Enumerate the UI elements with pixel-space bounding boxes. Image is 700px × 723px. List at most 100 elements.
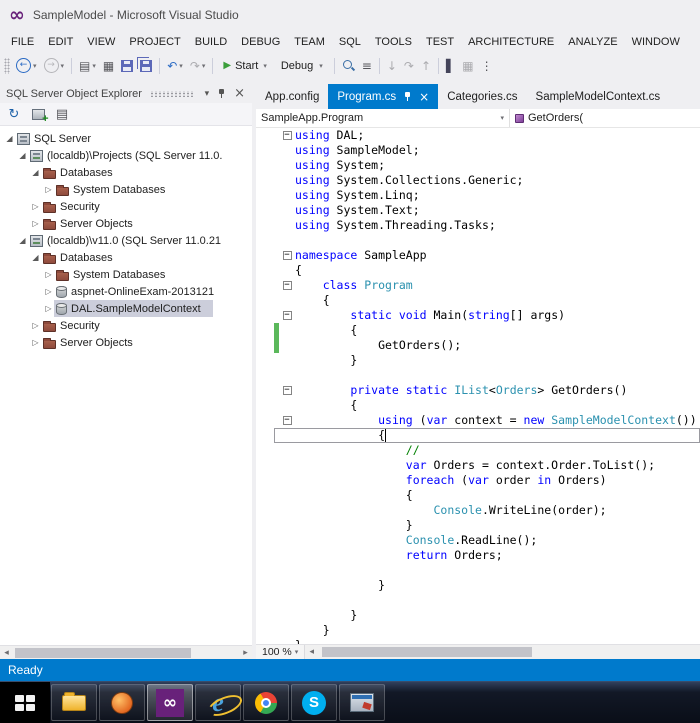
tree-item[interactable]: ▷ aspnet-OnlineExam-2013121 [0, 283, 252, 300]
code-line[interactable]: // [274, 443, 700, 458]
expander-icon[interactable]: ▷ [30, 338, 41, 347]
code-line[interactable]: } [274, 623, 700, 638]
code-line[interactable]: − static void Main(string[] args) [274, 308, 700, 323]
tree-item[interactable]: ▷ DAL.SampleModelContext [0, 300, 252, 317]
menu-team[interactable]: TEAM [287, 32, 332, 52]
new-project-button[interactable]: ▤ ▾ [76, 58, 99, 74]
code-line[interactable] [274, 563, 700, 578]
code-line[interactable]: Console.WriteLine(order); [274, 503, 700, 518]
title-bar[interactable]: ∞ SampleModel - Microsoft Visual Studio [0, 0, 700, 30]
pin-icon[interactable] [402, 90, 413, 103]
tree-item[interactable]: ▷ Security [0, 198, 252, 215]
scroll-right-icon[interactable]: ▸ [239, 648, 252, 658]
tree-item[interactable]: ▷ System Databases [0, 266, 252, 283]
explorer-hscrollbar[interactable]: ◂ ▸ [0, 645, 252, 659]
expander-icon[interactable]: ◢ [30, 253, 41, 262]
scroll-left-icon[interactable]: ◂ [0, 648, 13, 658]
code-line[interactable]: using System.Threading.Tasks; [274, 218, 700, 233]
fold-toggle-icon[interactable]: − [282, 281, 292, 290]
code-line[interactable]: using System.Linq; [274, 188, 700, 203]
expander-icon[interactable]: ◢ [4, 134, 15, 143]
internet-explorer[interactable]: e [195, 684, 241, 721]
toolbar-grip[interactable] [4, 57, 10, 74]
fold-toggle-icon[interactable]: − [282, 131, 292, 140]
scroll-left-icon[interactable]: ◂ [305, 647, 318, 657]
tree-item[interactable]: ◢ (localdb)\Projects (SQL Server 11.0. [0, 147, 252, 164]
solution-platforms-button[interactable]: ≡ [359, 58, 375, 74]
tab-program-cs[interactable]: Program.cs × [328, 84, 439, 109]
code-line[interactable]: } [274, 578, 700, 593]
expander-icon[interactable]: ▷ [43, 304, 54, 313]
close-icon[interactable]: × [231, 87, 248, 100]
group-by-button[interactable]: ▤ [52, 105, 72, 124]
expander-icon[interactable]: ▷ [43, 185, 54, 194]
code-line[interactable]: − class Program [274, 278, 700, 293]
types-dropdown[interactable]: SampleApp.Program ▾ [256, 109, 510, 127]
menu-test[interactable]: TEST [419, 32, 461, 52]
find-in-files-button[interactable] [339, 57, 358, 74]
expander-icon[interactable]: ◢ [30, 168, 41, 177]
tree-item[interactable]: ▷ Security [0, 317, 252, 334]
expander-icon[interactable]: ▷ [30, 202, 41, 211]
scroll-thumb[interactable] [322, 647, 533, 657]
skype[interactable]: S [291, 684, 337, 721]
start-debugging-button[interactable]: ▶ Start ▾ [217, 58, 272, 74]
code-line[interactable]: return Orders; [274, 548, 700, 563]
code-line[interactable]: { [274, 428, 700, 443]
code-line[interactable]: using System; [274, 158, 700, 173]
code-line[interactable]: foreach (var order in Orders) [274, 473, 700, 488]
code-line[interactable]: } [274, 353, 700, 368]
fold-toggle-icon[interactable]: − [282, 386, 292, 395]
menu-architecture[interactable]: ARCHITECTURE [461, 32, 561, 52]
editor-hscrollbar[interactable]: ◂ [305, 644, 700, 660]
menu-tools[interactable]: TOOLS [368, 32, 419, 52]
code-line[interactable]: using System.Collections.Generic; [274, 173, 700, 188]
tree-item[interactable]: ◢ SQL Server [0, 130, 252, 147]
solution-configurations-dropdown[interactable]: Debug ▾ [274, 58, 330, 74]
tab-categories-cs[interactable]: Categories.cs [438, 84, 526, 109]
tree-item[interactable]: ◢ (localdb)\v11.0 (SQL Server 11.0.21 [0, 232, 252, 249]
code-line[interactable]: { [274, 263, 700, 278]
system-utility[interactable] [339, 684, 385, 721]
step-into-button[interactable]: ↓ [384, 58, 400, 74]
code-line[interactable]: { [274, 293, 700, 308]
fold-toggle-icon[interactable]: − [282, 416, 292, 425]
scroll-track[interactable] [318, 645, 700, 659]
expander-icon[interactable]: ▷ [30, 321, 41, 330]
code-line[interactable]: } [274, 608, 700, 623]
code-line[interactable]: − using DAL; [274, 128, 700, 143]
code-line[interactable] [274, 593, 700, 608]
menu-build[interactable]: BUILD [188, 32, 234, 52]
navigate-backward-button[interactable]: ← ▾ [13, 56, 40, 75]
output-window-button[interactable]: ▦ [459, 58, 476, 74]
code-line[interactable]: { [274, 488, 700, 503]
close-icon[interactable]: × [419, 91, 429, 103]
tree-item[interactable]: ▷ Server Objects [0, 334, 252, 351]
code-line[interactable]: { [274, 398, 700, 413]
tab-samplemodelcontext-cs[interactable]: SampleModelContext.cs [527, 84, 670, 109]
google-chrome[interactable] [243, 684, 289, 721]
refresh-button[interactable]: ↻ [4, 105, 24, 124]
code-line[interactable] [274, 368, 700, 383]
code-line[interactable]: GetOrders(); [274, 338, 700, 353]
expander-icon[interactable]: ▷ [30, 219, 41, 228]
scroll-track[interactable] [13, 646, 239, 660]
code-line[interactable]: − namespace SampleApp [274, 248, 700, 263]
save-all-button[interactable] [137, 58, 155, 74]
step-out-button[interactable]: ↑ [418, 58, 434, 74]
menu-project[interactable]: PROJECT [122, 32, 187, 52]
menu-view[interactable]: VIEW [80, 32, 122, 52]
code-line[interactable]: Console.ReadLine(); [274, 533, 700, 548]
tree-item[interactable]: ◢ Databases [0, 249, 252, 266]
tree-item[interactable]: ◢ Databases [0, 164, 252, 181]
start-button[interactable] [0, 682, 50, 723]
breakpoints-button[interactable]: ▌ [443, 58, 458, 74]
visual-studio[interactable]: ∞ [147, 684, 193, 721]
menu-window[interactable]: WINDOW [625, 32, 687, 52]
expander-icon[interactable]: ▷ [43, 287, 54, 296]
expander-icon[interactable]: ◢ [17, 151, 28, 160]
code-line[interactable]: } [274, 638, 700, 644]
expander-icon[interactable]: ◢ [17, 236, 28, 245]
fold-toggle-icon[interactable]: − [282, 311, 292, 320]
code-line[interactable]: } [274, 518, 700, 533]
